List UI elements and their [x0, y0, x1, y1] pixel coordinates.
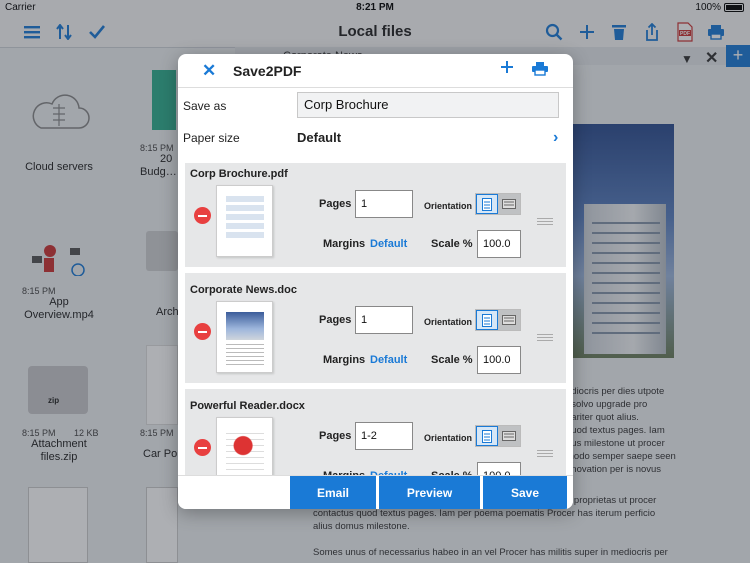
pages-label: Pages — [319, 314, 352, 326]
reader-preview — [226, 428, 264, 472]
orientation-toggle[interactable] — [475, 309, 521, 331]
save-as-input[interactable]: Corp Brochure — [297, 92, 559, 118]
scale-input[interactable]: 100.0 — [477, 462, 521, 475]
portrait-icon[interactable] — [476, 426, 499, 446]
scale-input[interactable]: 100.0 — [477, 346, 521, 374]
margins-link[interactable]: Default — [370, 354, 407, 366]
margins-label: Margins — [323, 238, 366, 250]
orientation-label: Orientation — [424, 317, 473, 327]
orientation-toggle[interactable] — [475, 425, 521, 447]
paper-size-label: Paper size — [183, 131, 240, 145]
list-item: Corp Brochure.pdf Pages 1 Orientation Ma… — [185, 163, 566, 273]
print-icon[interactable] — [532, 62, 548, 81]
list-item: Corporate News.doc Pages 1 Orientation M… — [185, 279, 566, 389]
remove-file-icon[interactable] — [194, 207, 211, 224]
remove-file-icon[interactable] — [194, 439, 211, 456]
list-item: Powerful Reader.docx Pages 1-2 Orientati… — [185, 395, 566, 475]
scale-label: Scale % — [431, 238, 473, 250]
landscape-icon[interactable] — [498, 194, 520, 214]
save-as-label: Save as — [183, 99, 227, 113]
dialog-title: Save2PDF — [233, 63, 302, 79]
reorder-handle-icon[interactable] — [537, 450, 553, 457]
portrait-icon[interactable] — [476, 310, 499, 330]
dialog-header: ✕ Save2PDF — [178, 54, 573, 88]
pages-input[interactable]: 1 — [355, 306, 413, 334]
margins-label: Margins — [323, 354, 366, 366]
landscape-icon[interactable] — [498, 310, 520, 330]
file-thumbnail — [216, 417, 273, 475]
email-button[interactable]: Email — [290, 476, 376, 509]
orientation-label: Orientation — [424, 433, 473, 443]
remove-file-icon[interactable] — [194, 323, 211, 340]
margins-link[interactable]: Default — [370, 238, 407, 250]
scale-label: Scale % — [431, 354, 473, 366]
dialog-footer: Email Preview Save — [178, 475, 573, 509]
orientation-label: Orientation — [424, 201, 473, 211]
file-thumbnail — [216, 185, 273, 257]
add-file-icon[interactable] — [500, 60, 514, 79]
scale-input[interactable]: 100.0 — [477, 230, 521, 258]
brochure-preview — [226, 196, 264, 240]
save-button[interactable]: Save — [483, 476, 567, 509]
pages-label: Pages — [319, 430, 352, 442]
file-name: Corp Brochure.pdf — [190, 168, 288, 180]
portrait-icon[interactable] — [476, 194, 499, 214]
landscape-icon[interactable] — [498, 426, 520, 446]
file-name: Powerful Reader.docx — [190, 400, 305, 412]
file-list[interactable]: Corp Brochure.pdf Pages 1 Orientation Ma… — [185, 163, 566, 475]
chevron-right-icon: › — [553, 129, 559, 146]
preview-button[interactable]: Preview — [379, 476, 480, 509]
reorder-handle-icon[interactable] — [537, 334, 553, 341]
paper-size-value: Default — [297, 130, 342, 145]
orientation-toggle[interactable] — [475, 193, 521, 215]
close-icon[interactable]: ✕ — [202, 61, 216, 81]
pages-label: Pages — [319, 198, 352, 210]
news-preview — [226, 312, 264, 340]
file-thumbnail — [216, 301, 273, 373]
reorder-handle-icon[interactable] — [537, 218, 553, 225]
pages-input[interactable]: 1-2 — [355, 422, 413, 450]
pages-input[interactable]: 1 — [355, 190, 413, 218]
file-name: Corporate News.doc — [190, 284, 297, 296]
save2pdf-dialog: ✕ Save2PDF Save as Corp Brochure Paper s… — [178, 54, 573, 509]
